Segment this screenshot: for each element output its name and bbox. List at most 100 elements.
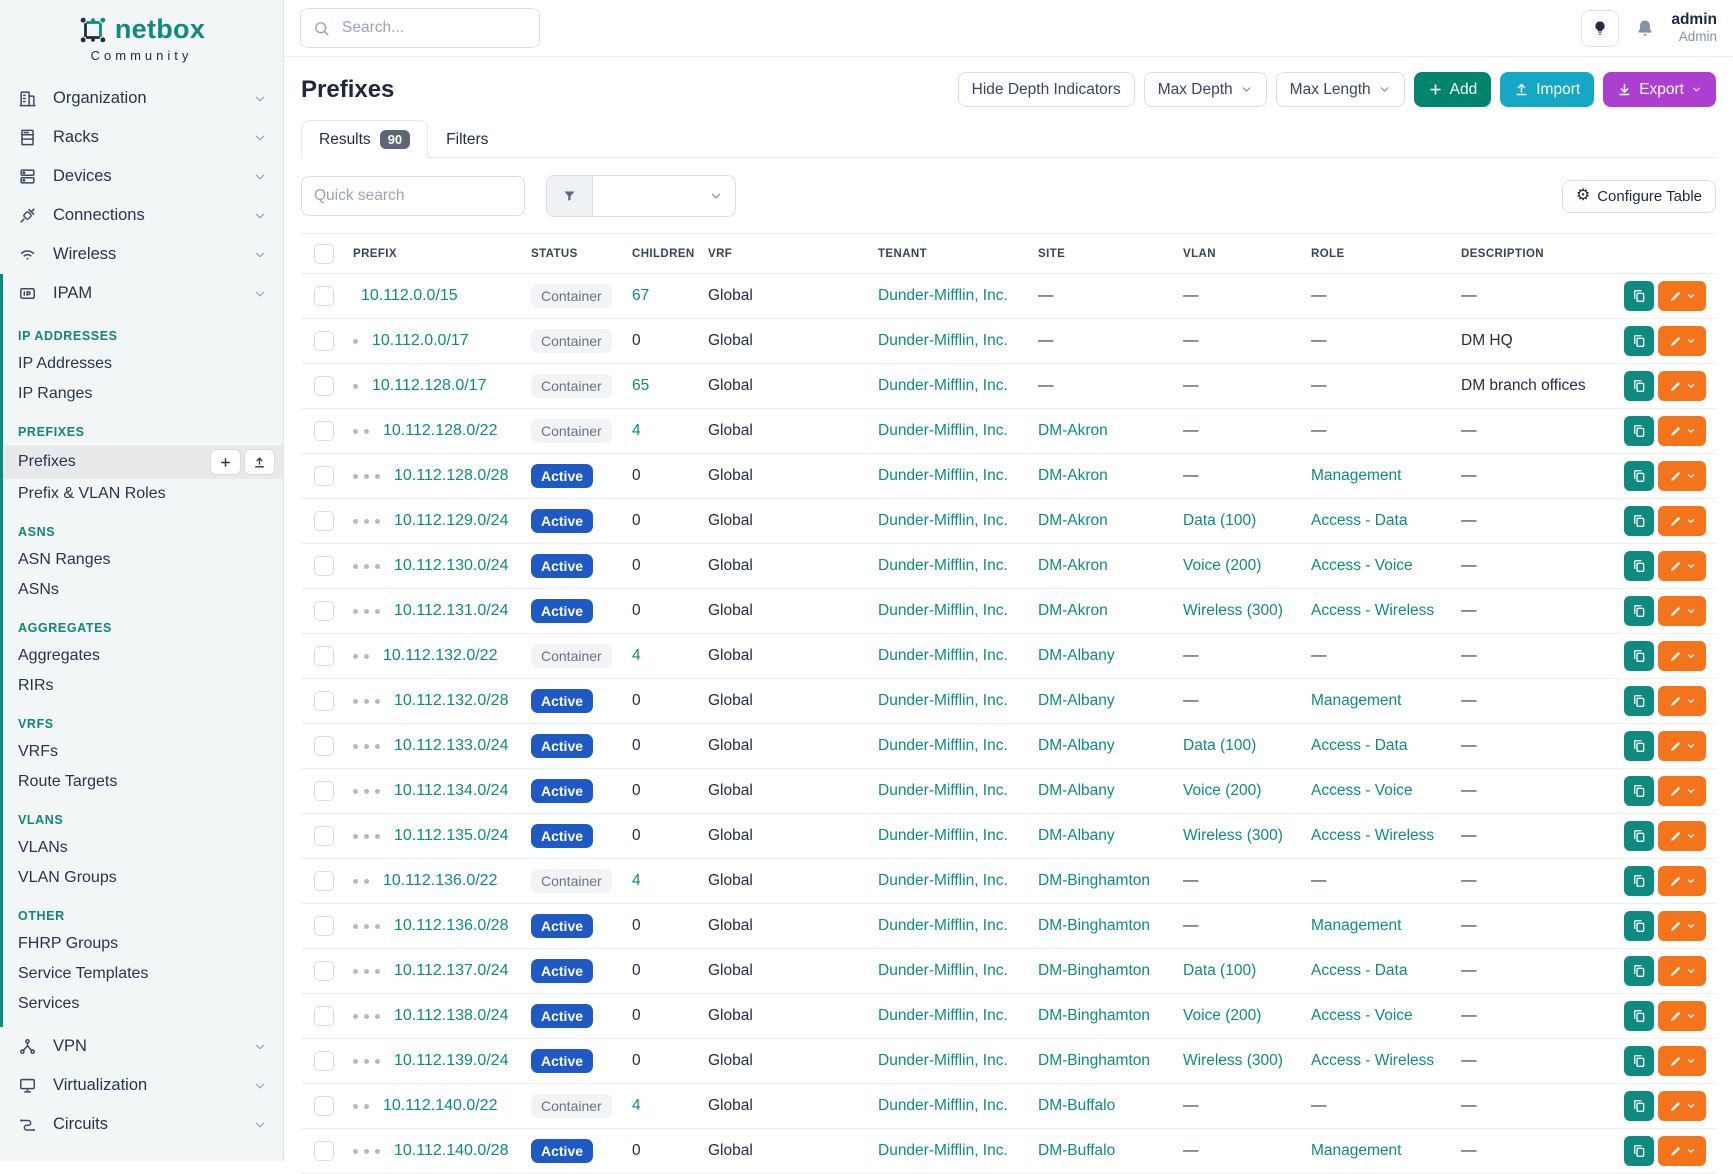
role-link[interactable]: Management	[1311, 692, 1401, 709]
vlan-link[interactable]: Wireless (300)	[1183, 827, 1283, 844]
site-link[interactable]: DM-Binghamton	[1038, 872, 1150, 889]
site-link[interactable]: DM-Akron	[1038, 467, 1108, 484]
vlan-link[interactable]: Data (100)	[1183, 737, 1256, 754]
site-link[interactable]: DM-Binghamton	[1038, 1052, 1150, 1069]
sidebar-item-rirs[interactable]: RIRs	[3, 671, 283, 701]
site-link[interactable]: DM-Akron	[1038, 422, 1108, 439]
role-link[interactable]: Access - Voice	[1311, 1007, 1413, 1024]
prefix-link[interactable]: 10.112.131.0/24	[394, 602, 508, 620]
vlan-link[interactable]: Wireless (300)	[1183, 602, 1283, 619]
sidebar-item-vrfs[interactable]: VRFs	[3, 737, 283, 767]
clone-button[interactable]	[1624, 371, 1654, 401]
clone-button[interactable]	[1624, 686, 1654, 716]
site-link[interactable]: DM-Binghamton	[1038, 962, 1150, 979]
tenant-link[interactable]: Dunder-Mifflin, Inc.	[878, 1007, 1008, 1024]
tenant-link[interactable]: Dunder-Mifflin, Inc.	[878, 332, 1008, 349]
prefix-link[interactable]: 10.112.132.0/28	[394, 692, 508, 710]
column-header-status[interactable]: STATUS	[531, 234, 632, 274]
prefix-link[interactable]: 10.112.0.0/15	[361, 287, 458, 305]
edit-button[interactable]	[1658, 1046, 1706, 1076]
tenant-link[interactable]: Dunder-Mifflin, Inc.	[878, 872, 1008, 889]
row-checkbox[interactable]	[314, 421, 334, 441]
sidebar-item-racks[interactable]: Racks	[0, 118, 283, 157]
vlan-link[interactable]: Data (100)	[1183, 512, 1256, 529]
column-header-tenant[interactable]: TENANT	[878, 234, 1038, 274]
prefix-link[interactable]: 10.112.137.0/24	[394, 962, 508, 980]
sidebar-item-vlans[interactable]: VLANs	[3, 833, 283, 863]
site-link[interactable]: DM-Akron	[1038, 602, 1108, 619]
sidebar-item-devices[interactable]: Devices	[0, 157, 283, 196]
tenant-link[interactable]: Dunder-Mifflin, Inc.	[878, 917, 1008, 934]
role-link[interactable]: Access - Data	[1311, 512, 1407, 529]
role-link[interactable]: Management	[1311, 467, 1401, 484]
tenant-link[interactable]: Dunder-Mifflin, Inc.	[878, 647, 1008, 664]
clone-button[interactable]	[1624, 731, 1654, 761]
row-checkbox[interactable]	[314, 1096, 334, 1116]
vlan-link[interactable]: Voice (200)	[1183, 782, 1261, 799]
edit-button[interactable]	[1658, 1091, 1706, 1121]
prefix-link[interactable]: 10.112.133.0/24	[394, 737, 508, 755]
role-link[interactable]: Access - Data	[1311, 962, 1407, 979]
sidebar-item-fhrp-groups[interactable]: FHRP Groups	[3, 929, 283, 959]
clone-button[interactable]	[1624, 281, 1654, 311]
role-link[interactable]: Access - Data	[1311, 737, 1407, 754]
prefix-link[interactable]: 10.112.138.0/24	[394, 1007, 508, 1025]
tenant-link[interactable]: Dunder-Mifflin, Inc.	[878, 557, 1008, 574]
site-link[interactable]: DM-Albany	[1038, 782, 1115, 799]
sidebar-item-vlan-groups[interactable]: VLAN Groups	[3, 863, 283, 893]
import-button[interactable]: Import	[1500, 72, 1594, 107]
tenant-link[interactable]: Dunder-Mifflin, Inc.	[878, 782, 1008, 799]
sidebar-item-connections[interactable]: Connections	[0, 196, 283, 235]
site-link[interactable]: DM-Buffalo	[1038, 1142, 1115, 1159]
sidebar-item-prefixes[interactable]: Prefixes	[3, 445, 283, 479]
row-checkbox[interactable]	[314, 1141, 334, 1161]
role-link[interactable]: Management	[1311, 1142, 1401, 1159]
site-link[interactable]: DM-Akron	[1038, 557, 1108, 574]
children-count-link[interactable]: 65	[632, 377, 649, 394]
row-checkbox[interactable]	[314, 601, 334, 621]
prefix-link[interactable]: 10.112.135.0/24	[394, 827, 508, 845]
row-checkbox[interactable]	[314, 511, 334, 531]
clone-button[interactable]	[1624, 551, 1654, 581]
sidebar-item-service-templates[interactable]: Service Templates	[3, 959, 283, 989]
row-checkbox[interactable]	[314, 286, 334, 306]
row-checkbox[interactable]	[314, 376, 334, 396]
notifications-button[interactable]	[1635, 18, 1655, 38]
tenant-link[interactable]: Dunder-Mifflin, Inc.	[878, 377, 1008, 394]
tenant-link[interactable]: Dunder-Mifflin, Inc.	[878, 287, 1008, 304]
tenant-link[interactable]: Dunder-Mifflin, Inc.	[878, 692, 1008, 709]
clone-button[interactable]	[1624, 776, 1654, 806]
children-count-link[interactable]: 4	[632, 647, 641, 664]
tenant-link[interactable]: Dunder-Mifflin, Inc.	[878, 737, 1008, 754]
row-checkbox[interactable]	[314, 331, 334, 351]
tenant-link[interactable]: Dunder-Mifflin, Inc.	[878, 827, 1008, 844]
filter-button[interactable]	[547, 176, 593, 216]
clone-button[interactable]	[1624, 326, 1654, 356]
saved-filter-select[interactable]	[593, 176, 735, 216]
row-checkbox[interactable]	[314, 466, 334, 486]
children-count-link[interactable]: 4	[632, 1097, 641, 1114]
sidebar-item-services[interactable]: Services	[3, 989, 283, 1019]
select-all-checkbox[interactable]	[314, 244, 334, 264]
role-link[interactable]: Access - Voice	[1311, 557, 1413, 574]
quick-search-input[interactable]	[301, 176, 525, 216]
children-count-link[interactable]: 67	[632, 287, 649, 304]
clone-button[interactable]	[1624, 416, 1654, 446]
add-button[interactable]: Add	[1414, 72, 1492, 107]
prefix-link[interactable]: 10.112.132.0/22	[383, 647, 497, 665]
max-depth-dropdown[interactable]: Max Depth	[1144, 72, 1267, 107]
column-header-children[interactable]: CHILDREN	[632, 234, 708, 274]
clone-button[interactable]	[1624, 866, 1654, 896]
quick-import-button[interactable]	[244, 449, 275, 475]
column-header-prefix[interactable]: PREFIX	[353, 234, 531, 274]
edit-button[interactable]	[1658, 551, 1706, 581]
global-search[interactable]	[300, 8, 540, 48]
sidebar-item-organization[interactable]: Organization	[0, 79, 283, 118]
quick-add-button[interactable]	[210, 449, 241, 475]
configure-table-button[interactable]: ⚙ Configure Table	[1562, 180, 1716, 213]
tenant-link[interactable]: Dunder-Mifflin, Inc.	[878, 1142, 1008, 1159]
clone-button[interactable]	[1624, 911, 1654, 941]
export-dropdown-button[interactable]: Export	[1603, 72, 1716, 107]
role-link[interactable]: Access - Voice	[1311, 782, 1413, 799]
row-checkbox[interactable]	[314, 961, 334, 981]
